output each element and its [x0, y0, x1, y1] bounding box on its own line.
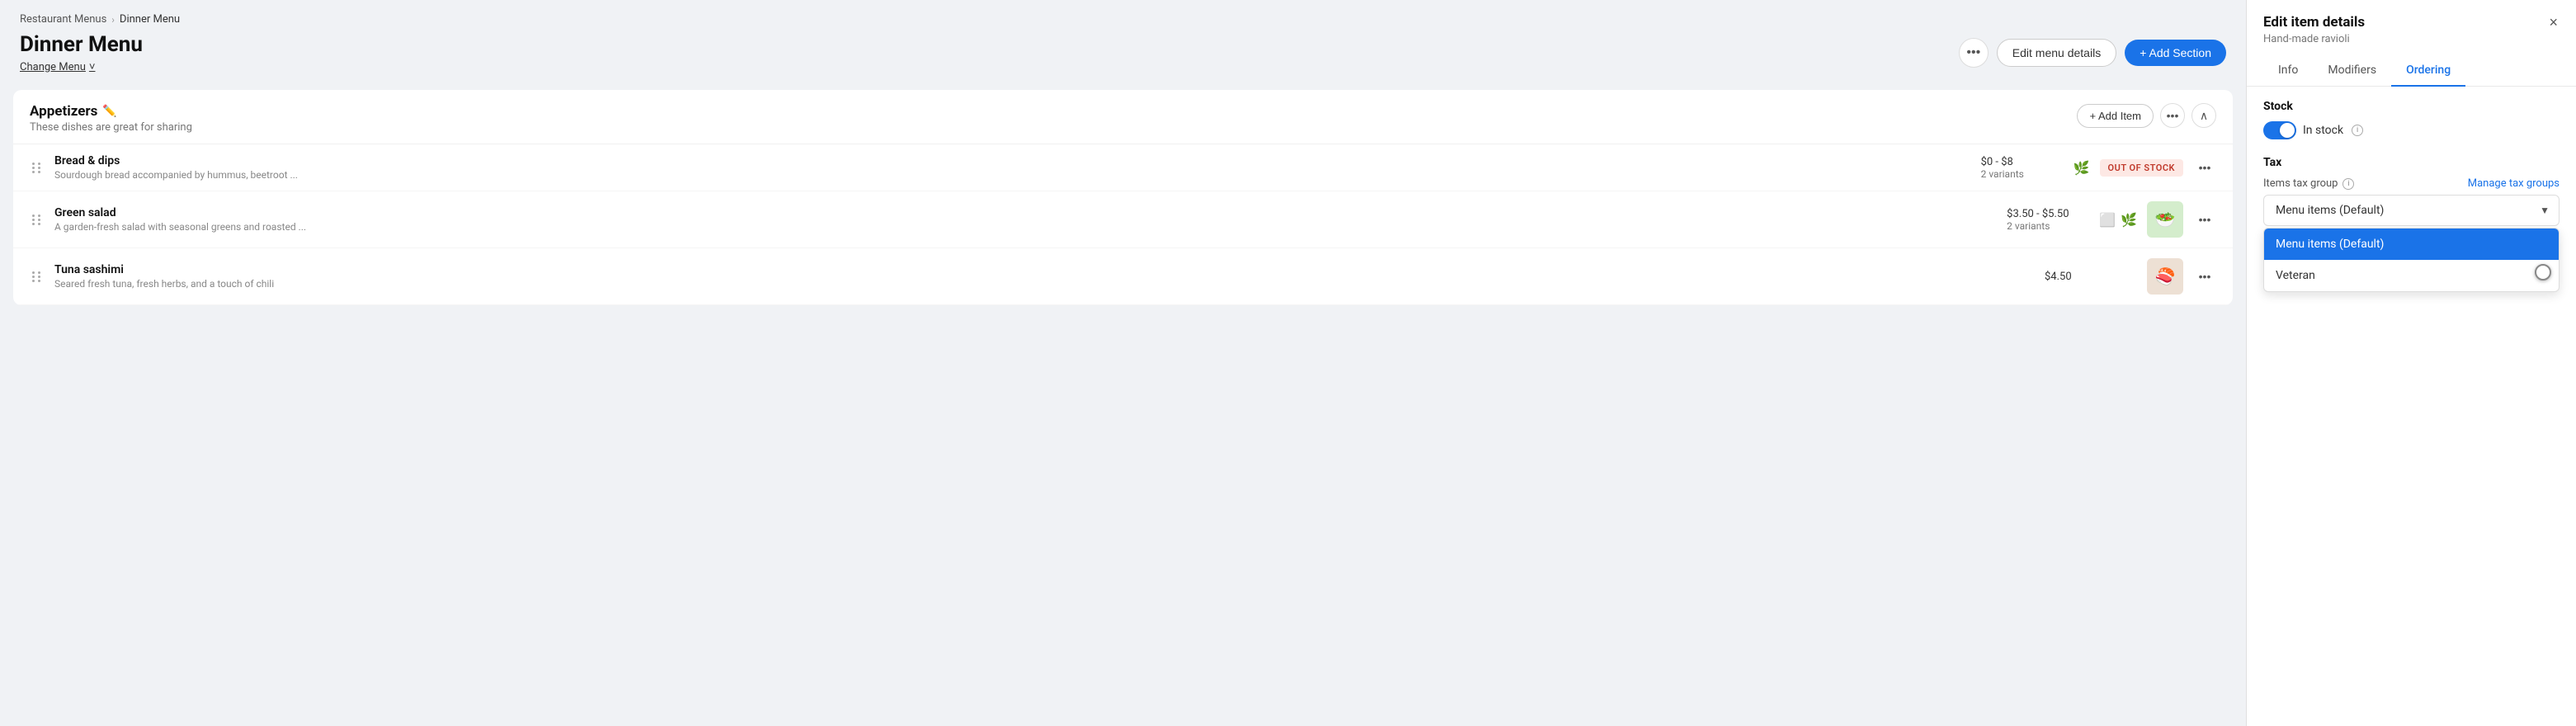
item-image: 🥗: [2147, 201, 2183, 238]
tax-group-dropdown[interactable]: Menu items (Default): [2263, 195, 2559, 226]
change-menu-label: Change Menu: [20, 61, 86, 73]
stock-label: Stock: [2263, 100, 2559, 113]
item-variants: 2 variants: [1981, 168, 2064, 180]
item-description: Sourdough bread accompanied by hummus, b…: [54, 169, 1971, 181]
menu-item-green-salad: Green salad A garden-fresh salad with se…: [13, 191, 2233, 248]
main-content: Restaurant Menus › Dinner Menu Dinner Me…: [0, 0, 2246, 726]
item-variants: 2 variants: [2007, 220, 2089, 232]
header-actions: ••• Edit menu details + Add Section: [1959, 38, 2226, 68]
dropdown-selected-value: Menu items (Default): [2276, 204, 2384, 217]
item-icons: ⬜ 🌿: [2099, 212, 2137, 228]
breadcrumb-parent[interactable]: Restaurant Menus: [20, 13, 106, 26]
tab-modifiers[interactable]: Modifiers: [2313, 55, 2391, 87]
menu-item-bread-dips: Bread & dips Sourdough bread accompanied…: [13, 144, 2233, 191]
tax-info-icon[interactable]: i: [2342, 178, 2354, 190]
item-price: $3.50 - $5.50: [2007, 208, 2089, 220]
item-info: Green salad A garden-fresh salad with se…: [54, 206, 1997, 233]
panel-header: Edit item details × Hand-made ravioli In…: [2247, 0, 2576, 87]
breadcrumb-current: Dinner Menu: [120, 13, 180, 26]
item-more-button[interactable]: •••: [2193, 208, 2216, 231]
in-stock-text: In stock: [2303, 124, 2343, 137]
close-panel-button[interactable]: ×: [2547, 13, 2559, 31]
in-stock-info-icon[interactable]: i: [2352, 125, 2363, 136]
dropdown-option-default[interactable]: Menu items (Default): [2264, 229, 2559, 260]
drag-handle[interactable]: [30, 213, 45, 227]
item-image: 🍣: [2147, 258, 2183, 295]
tab-ordering[interactable]: Ordering: [2391, 55, 2465, 87]
item-more-button[interactable]: •••: [2193, 156, 2216, 179]
manage-tax-groups-link[interactable]: Manage tax groups: [2468, 177, 2559, 190]
tax-group-dropdown-wrapper: Menu items (Default) ▼ Menu items (Defau…: [2263, 195, 2559, 226]
section-title-area: Appetizers ✏️ These dishes are great for…: [30, 103, 192, 134]
panel-body: Stock In stock i Tax Items tax group i M…: [2247, 87, 2576, 726]
change-menu-button[interactable]: Change Menu ˅: [20, 60, 143, 73]
box-icon: ⬜: [2099, 212, 2116, 228]
section-actions: + Add Item ••• ∧: [2077, 103, 2216, 128]
tax-group-label: Items tax group i: [2263, 177, 2354, 190]
add-item-button[interactable]: + Add Item: [2077, 104, 2154, 128]
edit-section-icon[interactable]: ✏️: [102, 105, 116, 118]
breadcrumb: Restaurant Menus › Dinner Menu: [20, 13, 2226, 26]
section-header: Appetizers ✏️ These dishes are great for…: [13, 90, 2233, 144]
in-stock-toggle[interactable]: [2263, 121, 2296, 139]
menu-item-tuna-sashimi: Tuna sashimi Seared fresh tuna, fresh he…: [13, 248, 2233, 305]
item-icons: 🌿: [2074, 160, 2090, 176]
collapse-section-button[interactable]: ∧: [2191, 103, 2216, 128]
drag-handle[interactable]: [30, 270, 45, 284]
item-price-block: $0 - $8 2 variants: [1981, 156, 2064, 180]
tax-label: Tax: [2263, 156, 2559, 169]
add-section-button[interactable]: + Add Section: [2125, 40, 2226, 66]
item-name: Tuna sashimi: [54, 263, 2035, 276]
panel-tabs: Info Modifiers Ordering: [2263, 55, 2559, 86]
leaf-icon: 🌿: [2074, 160, 2090, 176]
drag-handle[interactable]: [30, 161, 45, 175]
tax-header-row: Items tax group i Manage tax groups: [2263, 177, 2559, 190]
dropdown-option-veteran[interactable]: Veteran: [2264, 260, 2559, 291]
item-description: Seared fresh tuna, fresh herbs, and a to…: [54, 278, 2035, 290]
item-info: Bread & dips Sourdough bread accompanied…: [54, 154, 1971, 181]
item-price-block: $4.50: [2045, 271, 2127, 283]
edit-item-panel: Edit item details × Hand-made ravioli In…: [2246, 0, 2576, 726]
section-more-button[interactable]: •••: [2160, 103, 2185, 128]
more-options-button[interactable]: •••: [1959, 38, 1989, 68]
section-description: These dishes are great for sharing: [30, 121, 192, 134]
item-info: Tuna sashimi Seared fresh tuna, fresh he…: [54, 263, 2035, 290]
item-more-button[interactable]: •••: [2193, 265, 2216, 288]
item-price: $0 - $8: [1981, 156, 2064, 168]
tax-section: Tax Items tax group i Manage tax groups …: [2263, 156, 2559, 226]
page-title: Dinner Menu: [20, 32, 143, 57]
item-price: $4.50: [2045, 271, 2127, 283]
item-description: A garden-fresh salad with seasonal green…: [54, 221, 1997, 233]
item-name: Bread & dips: [54, 154, 1971, 167]
breadcrumb-separator: ›: [111, 14, 115, 26]
panel-title: Edit item details: [2263, 14, 2365, 31]
tax-dropdown-options: Menu items (Default) Veteran: [2263, 228, 2559, 292]
item-name: Green salad: [54, 206, 1997, 219]
panel-subtitle: Hand-made ravioli: [2263, 33, 2559, 45]
section-title: Appetizers ✏️: [30, 103, 192, 120]
appetizers-section: Appetizers ✏️ These dishes are great for…: [13, 90, 2233, 305]
stock-section: Stock In stock i: [2263, 100, 2559, 139]
header-left: Dinner Menu Change Menu ˅: [20, 32, 143, 73]
stock-row: In stock i: [2263, 121, 2559, 139]
leaf-icon: 🌿: [2121, 212, 2137, 228]
out-of-stock-badge: OUT OF STOCK: [2100, 159, 2183, 177]
item-price-block: $3.50 - $5.50 2 variants: [2007, 208, 2089, 232]
tab-info[interactable]: Info: [2263, 55, 2313, 87]
change-menu-chevron: ˅: [89, 60, 96, 73]
edit-menu-details-button[interactable]: Edit menu details: [1997, 39, 2116, 67]
page-header: Restaurant Menus › Dinner Menu Dinner Me…: [0, 0, 2246, 83]
